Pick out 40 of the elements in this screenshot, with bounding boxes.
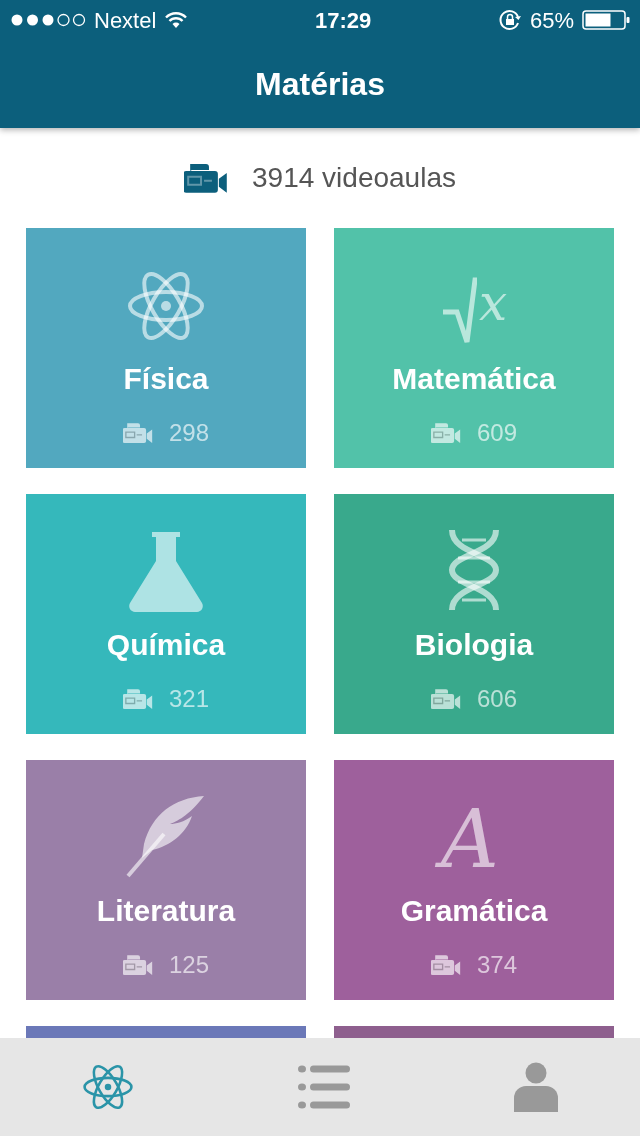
video-camera-icon bbox=[184, 162, 228, 194]
video-count: 3914 videoaulas bbox=[252, 161, 456, 195]
list-icon bbox=[298, 1064, 350, 1110]
rotation-lock-icon bbox=[497, 8, 522, 32]
lesson-count: 298 bbox=[168, 418, 209, 448]
subject-tile[interactable]: Química 321 bbox=[26, 494, 306, 734]
math-variable: x bbox=[478, 278, 508, 328]
subject-tile[interactable]: Literatura 125 bbox=[26, 760, 306, 1000]
subject-name: Literatura bbox=[96, 893, 236, 929]
flask-icon bbox=[126, 532, 206, 612]
subject-name: Biologia bbox=[414, 627, 534, 663]
video-camera-icon bbox=[122, 422, 153, 444]
subject-tile[interactable]: A Gramática 374 bbox=[334, 760, 614, 1000]
lesson-count: 125 bbox=[168, 950, 209, 980]
subject-name: Gramática bbox=[400, 893, 548, 929]
clock-time: 17:29 bbox=[315, 6, 372, 35]
lesson-count: 321 bbox=[168, 684, 209, 714]
letter-glyph: A bbox=[437, 794, 511, 886]
subject-name: Matemática bbox=[392, 361, 556, 397]
lesson-count: 606 bbox=[476, 684, 517, 714]
battery-percent: 65% bbox=[529, 6, 574, 35]
profile-icon bbox=[514, 1062, 558, 1112]
page-title: Matérias bbox=[255, 65, 385, 104]
subject-tile[interactable]: Física 298 bbox=[26, 228, 306, 468]
subject-tile[interactable]: Biologia 606 bbox=[334, 494, 614, 734]
video-camera-icon bbox=[430, 422, 461, 444]
square-root-icon bbox=[440, 276, 477, 346]
lesson-count: 609 bbox=[476, 418, 517, 448]
battery-icon bbox=[582, 10, 630, 30]
subject-tile[interactable]: x Matemática 609 bbox=[334, 228, 614, 468]
signal-icon bbox=[10, 13, 86, 27]
video-camera-icon bbox=[430, 954, 461, 976]
carrier-name: Nextel bbox=[94, 6, 157, 35]
subject-name: Química bbox=[106, 627, 226, 663]
lesson-count: 374 bbox=[476, 950, 517, 980]
video-camera-icon bbox=[122, 954, 153, 976]
video-camera-icon bbox=[122, 688, 153, 710]
subject-name: Física bbox=[123, 361, 209, 397]
video-camera-icon bbox=[430, 688, 461, 710]
wifi-icon bbox=[164, 11, 189, 29]
